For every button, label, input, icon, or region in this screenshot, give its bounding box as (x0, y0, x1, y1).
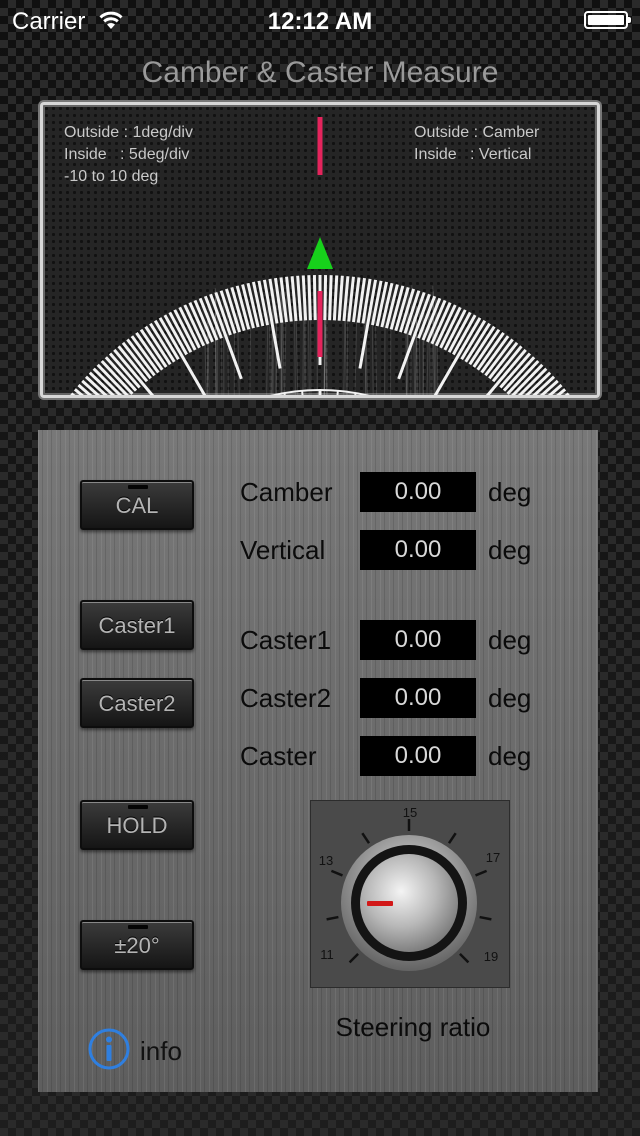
outer-tick (309, 275, 311, 320)
caster1-button-label: Caster1 (98, 613, 175, 638)
button-led (128, 485, 148, 489)
control-panel: CAL Caster1 Caster2 HOLD ±20° Camber 0.0… (38, 430, 598, 1092)
brushed-line (347, 285, 348, 395)
dial-tick (480, 917, 492, 919)
dial-label-15: 15 (403, 805, 417, 820)
range-button-label: ±20° (114, 933, 159, 958)
steering-ratio-knob[interactable]: 15 13 17 11 19 (310, 800, 510, 988)
dial-tick (331, 871, 342, 876)
dial-tick (449, 833, 456, 843)
caster1-unit: deg (488, 625, 531, 656)
app-title: Camber & Caster Measure (0, 56, 640, 90)
button-led (128, 925, 148, 929)
brushed-line (272, 296, 273, 395)
caster1-button[interactable]: Caster1 (80, 600, 194, 650)
clock: 12:12 AM (0, 8, 640, 36)
outer-tick (292, 276, 296, 321)
vertical-unit: deg (488, 535, 531, 566)
brushed-line (355, 319, 357, 395)
dial-tick (362, 833, 369, 843)
brushed-line (303, 296, 304, 395)
outer-tick (325, 275, 326, 320)
caster1-label: Caster1 (240, 625, 331, 656)
outer-tick (349, 277, 354, 322)
caster2-button-label: Caster2 (98, 691, 175, 716)
outer-tick (314, 275, 315, 320)
status-bar: Carrier 12:12 AM (0, 0, 640, 40)
camber-label: Camber (240, 477, 332, 508)
scale-info-left: Outside : 1deg/div Inside : 5deg/div -10… (64, 122, 193, 188)
hold-button[interactable]: HOLD (80, 800, 194, 850)
caster-label: Caster (240, 741, 317, 772)
dial-label-17: 17 (486, 850, 500, 865)
button-led (128, 805, 148, 809)
brushed-line (221, 319, 222, 395)
caster2-value: 0.00 (360, 678, 476, 718)
outer-tick (287, 277, 292, 322)
vertical-label: Vertical (240, 535, 325, 566)
angle-gauge: Outside : 1deg/div Inside : 5deg/div -10… (40, 102, 600, 398)
dial-tick (476, 871, 487, 876)
camber-value: 0.00 (360, 472, 476, 512)
dial-label-11: 11 (320, 947, 334, 962)
caster-unit: deg (488, 741, 531, 772)
dial-tick (460, 954, 468, 962)
outer-tick (330, 275, 332, 320)
hold-button-label: HOLD (106, 813, 167, 838)
vertical-value: 0.00 (360, 530, 476, 570)
caster2-label: Caster2 (240, 683, 331, 714)
knob-indicator (367, 901, 393, 906)
scale-info-right: Outside : Camber Inside : Vertical (414, 122, 539, 166)
caster2-button[interactable]: Caster2 (80, 678, 194, 728)
caster1-value: 0.00 (360, 620, 476, 660)
brushed-line (432, 296, 433, 395)
outer-tick (298, 276, 301, 321)
cal-button-label: CAL (116, 493, 159, 518)
caster2-unit: deg (488, 683, 531, 714)
brushed-line (427, 310, 429, 395)
outer-tick (334, 275, 336, 320)
camber-unit: deg (488, 477, 531, 508)
info-icon[interactable] (88, 1028, 130, 1070)
dial-tick (350, 954, 358, 962)
brushed-line (269, 319, 270, 395)
steering-dial: 15 13 17 11 19 (311, 801, 509, 987)
info-label[interactable]: info (140, 1036, 182, 1067)
pointer-triangle (307, 237, 333, 269)
steering-ratio-label: Steering ratio (288, 1012, 538, 1043)
outer-tick (339, 276, 342, 321)
brushed-line (267, 299, 268, 395)
battery-icon (584, 11, 628, 29)
dial-label-19: 19 (484, 949, 498, 964)
range-button[interactable]: ±20° (80, 920, 194, 970)
cal-button[interactable]: CAL (80, 480, 194, 530)
dial-label-13: 13 (319, 853, 333, 868)
dial-tick (327, 917, 339, 919)
caster-value: 0.00 (360, 736, 476, 776)
